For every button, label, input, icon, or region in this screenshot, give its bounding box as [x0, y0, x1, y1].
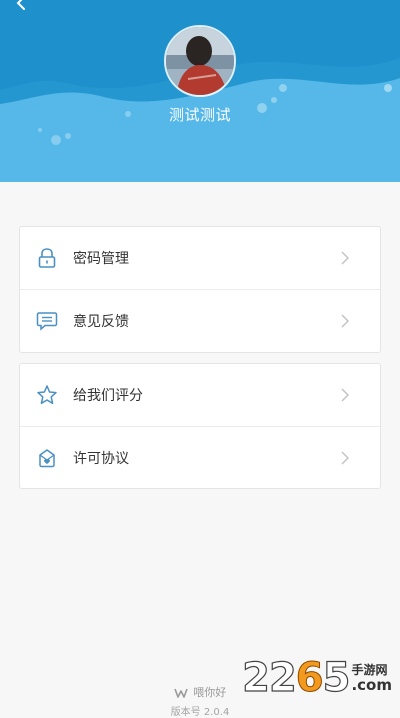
- menu-item-label: 密码管理: [73, 251, 129, 267]
- brand-name: 喂你好: [193, 686, 227, 699]
- menu-item-rate-us[interactable]: 给我们评分: [20, 364, 380, 426]
- site-watermark: 2265 手游网 .com: [242, 655, 392, 701]
- watermark-number: 2265: [242, 655, 352, 701]
- chevron-right-icon: [341, 251, 350, 265]
- back-button[interactable]: [6, 0, 36, 14]
- star-icon: [36, 384, 58, 406]
- license-icon: [36, 447, 58, 469]
- message-icon: [36, 310, 58, 332]
- watermark-site-cn: 手游网: [351, 663, 388, 677]
- menu-item-feedback[interactable]: 意见反馈: [20, 289, 380, 352]
- menu-item-license[interactable]: 许可协议: [20, 426, 380, 489]
- menu-item-password[interactable]: 密码管理: [20, 227, 380, 289]
- avatar[interactable]: [164, 25, 236, 97]
- lock-icon: [36, 247, 58, 269]
- watermark-site-en: .com: [351, 676, 392, 694]
- menu-group-about: 给我们评分 许可协议: [19, 363, 381, 489]
- menu-group-account: 密码管理 意见反馈: [19, 226, 381, 353]
- back-arrow-icon: [16, 0, 25, 10]
- chevron-right-icon: [341, 388, 350, 402]
- menu-item-label: 许可协议: [73, 451, 129, 467]
- menu-item-label: 意见反馈: [73, 314, 129, 330]
- profile-header: 测试测试: [0, 0, 400, 182]
- menu-item-label: 给我们评分: [73, 388, 143, 404]
- chevron-right-icon: [341, 314, 350, 328]
- chevron-right-icon: [341, 451, 350, 465]
- username: 测试测试: [168, 106, 231, 124]
- brand-logo-icon: [174, 688, 188, 698]
